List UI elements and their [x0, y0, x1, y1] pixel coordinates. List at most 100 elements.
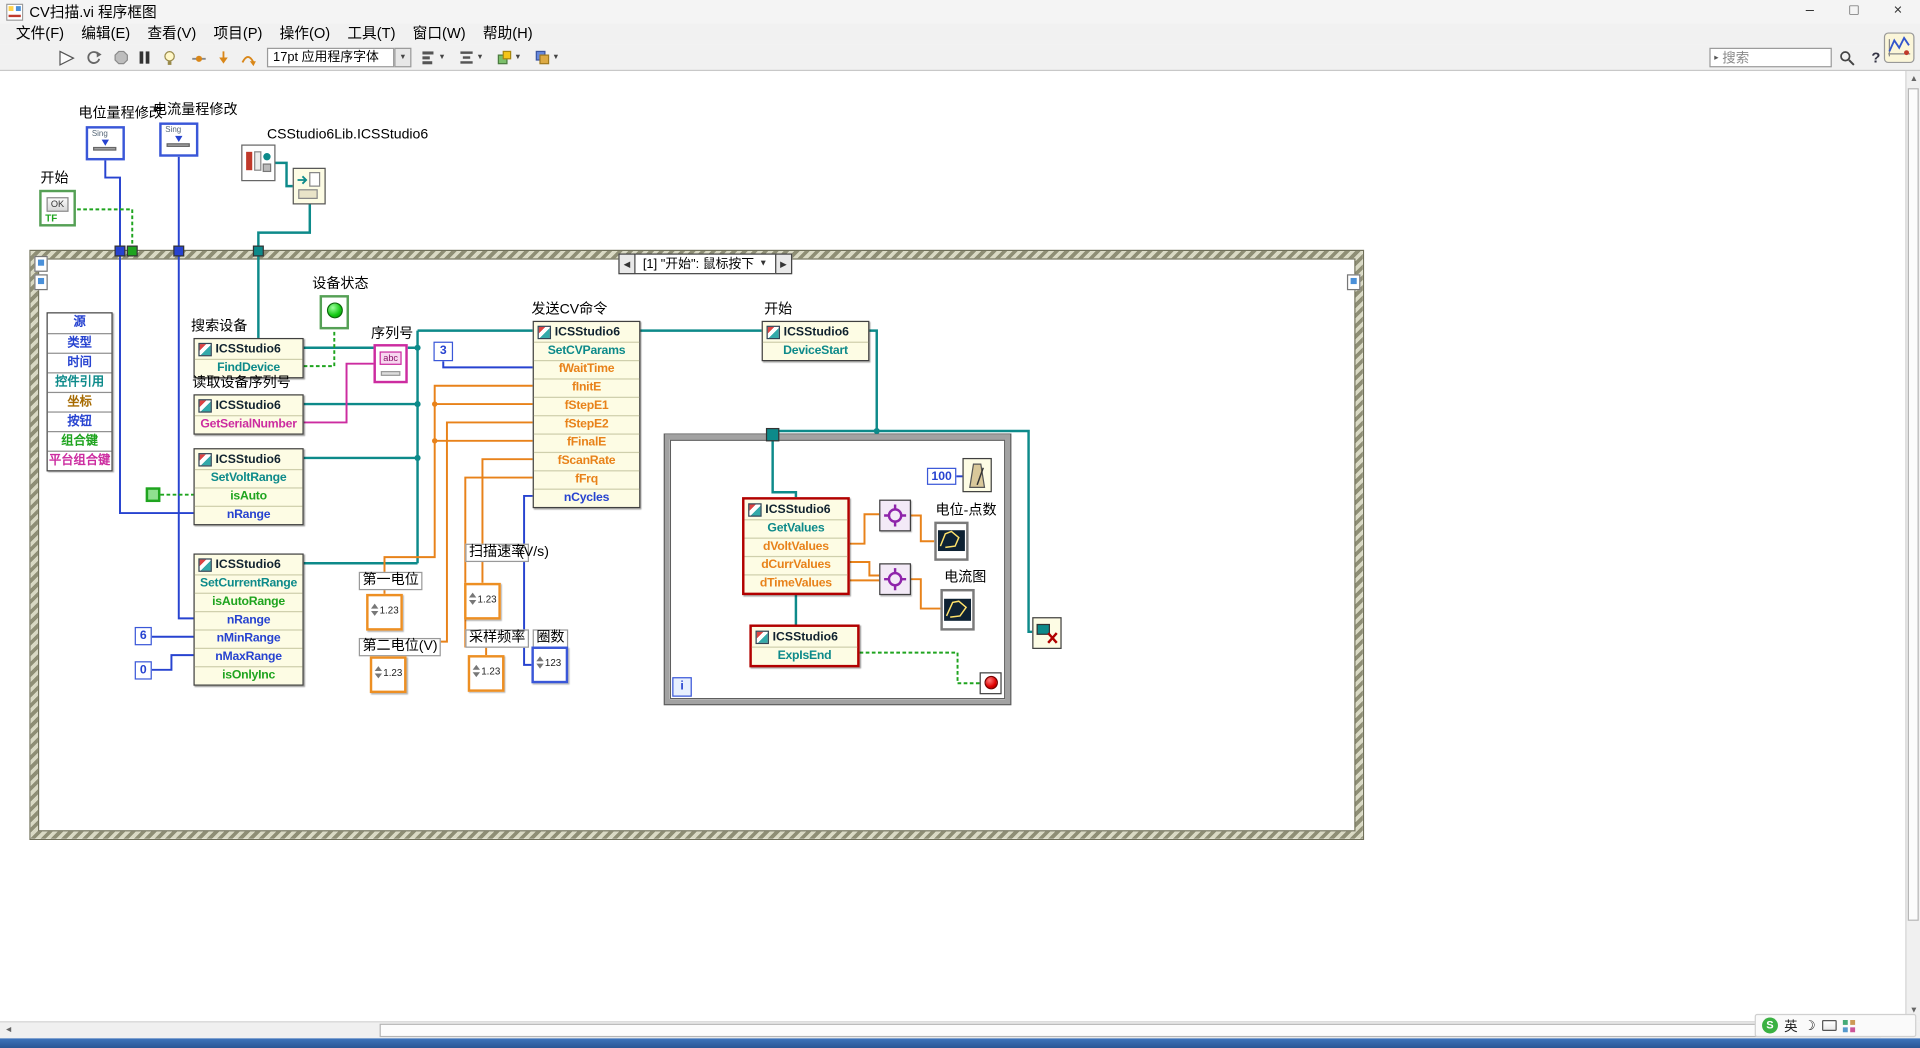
event-case-selector[interactable]: ◀ [1] "开始": 鼠标按下 ▼ ▶: [618, 253, 792, 274]
invoke-node-row[interactable]: fScanRate: [534, 452, 639, 470]
invoke-node-setcvparams[interactable]: ICSStudio6 SetCVParams fWaitTime fInitE …: [533, 321, 641, 508]
sogou-icon[interactable]: S: [1762, 1018, 1778, 1034]
menu-edit[interactable]: 编辑(E): [73, 23, 139, 44]
invoke-node-row[interactable]: SetCurrentRange: [195, 574, 303, 592]
horizontal-scrollbar[interactable]: ◄ ►: [0, 1021, 1905, 1038]
invoke-node-getvalues[interactable]: ICSStudio6 GetValues dVoltValues dCurrVa…: [742, 497, 850, 595]
run-continuously-button[interactable]: [81, 47, 107, 69]
invoke-node-row[interactable]: ExpIsEnd: [752, 647, 857, 665]
invoke-node-row[interactable]: nMaxRange: [195, 648, 303, 666]
invoke-node-row[interactable]: fStepE1: [534, 397, 639, 415]
font-selector[interactable]: 17pt 应用程序字体: [267, 48, 394, 68]
invoke-node-row[interactable]: fFinalE: [534, 433, 639, 451]
horizontal-scrollbar-thumb[interactable]: [380, 1024, 1881, 1037]
invoke-node-row[interactable]: fInitE: [534, 378, 639, 396]
font-selector-dropdown[interactable]: ▼: [394, 48, 411, 68]
event-dynamic-terminal-icon[interactable]: [34, 274, 47, 290]
menu-window[interactable]: 窗口(W): [404, 23, 474, 44]
cycles-control-terminal[interactable]: 123: [531, 647, 568, 684]
scan-rate-control-terminal[interactable]: 1.23: [464, 583, 501, 620]
pause-button[interactable]: [131, 47, 157, 69]
event-timeout-terminal-icon[interactable]: [34, 256, 47, 272]
step-into-button[interactable]: [211, 47, 237, 69]
invoke-node-getserialnumber[interactable]: ICSStudio6 GetSerialNumber: [193, 394, 303, 434]
step-over-button[interactable]: [235, 47, 261, 69]
first-potential-control-terminal[interactable]: 1.23: [366, 594, 403, 631]
windows-taskbar-edge[interactable]: [0, 1038, 1920, 1048]
invoke-node-row[interactable]: isAuto: [195, 487, 303, 505]
close-button[interactable]: ×: [1876, 0, 1920, 23]
event-data-item[interactable]: 坐标: [48, 392, 112, 412]
chart-terminal-potential-points[interactable]: [934, 522, 968, 561]
menu-file[interactable]: 文件(F): [7, 23, 72, 44]
numeric-constant-6[interactable]: 6: [135, 627, 152, 645]
ime-language-toggle[interactable]: 英: [1784, 1016, 1797, 1036]
menu-help[interactable]: 帮助(H): [474, 23, 541, 44]
event-data-item[interactable]: 源: [48, 313, 112, 333]
search-input[interactable]: ▸ 搜索: [1709, 48, 1831, 68]
previous-case-button[interactable]: ◀: [618, 253, 635, 274]
curr-range-control-terminal[interactable]: Sing: [159, 122, 198, 156]
bundle-node-potential[interactable]: [879, 500, 911, 532]
vertical-scrollbar[interactable]: ▲ ▼: [1905, 71, 1920, 1021]
vertical-scrollbar-thumb[interactable]: [1908, 88, 1919, 921]
align-objects-dropdown[interactable]: ▼: [416, 47, 450, 69]
invoke-node-row[interactable]: isAutoRange: [195, 593, 303, 611]
event-data-item[interactable]: 时间: [48, 353, 112, 373]
activex-class-constant[interactable]: [241, 144, 275, 181]
invoke-node-row[interactable]: GetValues: [744, 519, 847, 537]
event-data-item[interactable]: 按钮: [48, 411, 112, 431]
loop-stop-terminal[interactable]: [980, 672, 1002, 694]
volt-range-control-terminal[interactable]: Sing: [86, 126, 125, 160]
event-data-item[interactable]: 控件引用: [48, 372, 112, 392]
invoke-node-row[interactable]: isOnlyInc: [195, 666, 303, 684]
numeric-constant-3[interactable]: 3: [433, 342, 453, 362]
invoke-node-row[interactable]: SetCVParams: [534, 342, 639, 360]
fullwidth-toggle-icon[interactable]: ☽: [1804, 1018, 1816, 1034]
invoke-node-setvoltrange[interactable]: ICSStudio6 SetVoltRange isAuto nRange: [193, 448, 303, 525]
event-data-item[interactable]: 组合键: [48, 431, 112, 451]
vi-icon[interactable]: [1883, 29, 1915, 66]
event-data-item[interactable]: 类型: [48, 333, 112, 353]
close-reference-node[interactable]: [1032, 617, 1061, 649]
ime-toolbox-icon[interactable]: [1843, 1019, 1855, 1031]
maximize-button[interactable]: □: [1832, 0, 1876, 23]
invoke-node-setcurrentrange[interactable]: ICSStudio6 SetCurrentRange isAutoRange n…: [193, 553, 303, 685]
automation-open-node[interactable]: [293, 168, 326, 205]
next-case-button[interactable]: ▶: [775, 253, 792, 274]
start-button-terminal[interactable]: OK TF: [39, 190, 76, 227]
numeric-constant-0[interactable]: 0: [135, 661, 152, 679]
event-filter-terminal-icon[interactable]: [1347, 274, 1360, 290]
device-status-led-terminal[interactable]: [320, 295, 349, 329]
invoke-node-devicestart[interactable]: ICSStudio6 DeviceStart: [762, 321, 870, 361]
wait-ms-multiple-node[interactable]: [962, 458, 991, 492]
serial-string-indicator-terminal[interactable]: abc: [373, 344, 407, 383]
run-button[interactable]: [54, 47, 80, 69]
reorder-objects-dropdown[interactable]: ▼: [530, 47, 564, 69]
invoke-node-row[interactable]: nRange: [195, 611, 303, 629]
invoke-node-row[interactable]: SetVoltRange: [195, 469, 303, 487]
invoke-node-expisend[interactable]: ICSStudio6 ExpIsEnd: [749, 624, 859, 667]
retain-wire-values-button[interactable]: [186, 47, 212, 69]
resize-objects-dropdown[interactable]: ▼: [492, 47, 526, 69]
chart-terminal-current[interactable]: [940, 589, 974, 631]
input-method-bar[interactable]: S 英 ☽: [1755, 1014, 1917, 1037]
menu-view[interactable]: 查看(V): [139, 23, 205, 44]
invoke-node-row[interactable]: nRange: [195, 506, 303, 524]
event-case-label[interactable]: [1] "开始": 鼠标按下 ▼: [636, 253, 775, 274]
distribute-objects-dropdown[interactable]: ▼: [454, 47, 488, 69]
invoke-node-row[interactable]: dCurrValues: [744, 556, 847, 574]
invoke-node-row[interactable]: fWaitTime: [534, 360, 639, 378]
event-data-node[interactable]: 源 类型 时间 控件引用 坐标 按钮 组合键 平台组合键: [47, 312, 113, 471]
invoke-node-row[interactable]: nCycles: [534, 489, 639, 507]
highlight-execution-button[interactable]: [157, 47, 183, 69]
invoke-node-row[interactable]: fFrq: [534, 470, 639, 488]
scroll-up-icon[interactable]: ▲: [1907, 72, 1920, 87]
invoke-node-row[interactable]: dTimeValues: [744, 574, 847, 592]
invoke-node-row[interactable]: GetSerialNumber: [195, 415, 303, 433]
abort-button[interactable]: [108, 47, 134, 69]
soft-keyboard-icon[interactable]: [1822, 1020, 1837, 1031]
minimize-button[interactable]: –: [1788, 0, 1832, 23]
invoke-node-row[interactable]: DeviceStart: [763, 342, 868, 360]
menu-tools[interactable]: 工具(T): [339, 23, 404, 44]
